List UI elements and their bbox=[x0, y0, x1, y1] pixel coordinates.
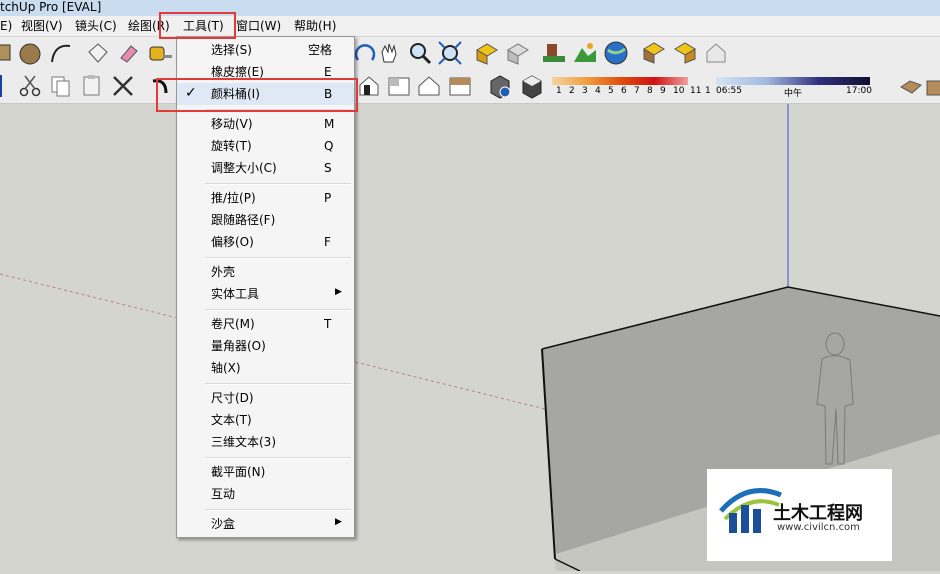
highlight-paint-bucket bbox=[156, 78, 358, 112]
menu-separator bbox=[205, 509, 351, 511]
menu-edit[interactable]: E) bbox=[0, 18, 12, 34]
menu-separator bbox=[205, 309, 351, 311]
cut-icon[interactable] bbox=[17, 73, 43, 99]
menu-item-rotate[interactable]: 旋转(T) Q bbox=[177, 135, 354, 157]
menu-item-text[interactable]: 文本(T) bbox=[177, 409, 354, 431]
tape-measure-icon[interactable] bbox=[147, 40, 173, 66]
arc-icon[interactable] bbox=[48, 40, 74, 66]
menu-item-protractor[interactable]: 量角器(O) bbox=[177, 335, 354, 357]
menu-view[interactable]: 视图(V) bbox=[21, 18, 63, 34]
view-bottom-icon[interactable] bbox=[447, 73, 473, 99]
circle-icon[interactable] bbox=[17, 40, 43, 66]
menu-item-scale[interactable]: 调整大小(C) S bbox=[177, 157, 354, 179]
google-earth-icon[interactable] bbox=[603, 40, 629, 66]
menu-item-section-plane[interactable]: 截平面(N) bbox=[177, 461, 354, 483]
watermark-logo: 土木工程网 www.civilcn.com bbox=[707, 469, 892, 561]
menu-item-sandbox[interactable]: 沙盒 ▶ bbox=[177, 513, 354, 535]
menu-item-outer-shell[interactable]: 外壳 bbox=[177, 261, 354, 283]
month-labels: 1 2 3 4 5 6 7 8 9 10 11 1 bbox=[556, 86, 711, 96]
menu-item-dimensions[interactable]: 尺寸(D) bbox=[177, 387, 354, 409]
get-models-icon[interactable] bbox=[474, 40, 500, 66]
menu-item-follow-me[interactable]: 跟随路径(F) bbox=[177, 209, 354, 231]
menu-window[interactable]: 窗口(W) bbox=[236, 18, 281, 34]
toggle-terrain-icon[interactable] bbox=[572, 40, 598, 66]
window-title: tchUp Pro [EVAL] bbox=[0, 0, 102, 14]
layer-icon[interactable] bbox=[924, 73, 940, 99]
menu-item-solid-tools[interactable]: 实体工具 ▶ bbox=[177, 283, 354, 305]
eraser-icon[interactable] bbox=[116, 40, 142, 66]
copy-icon[interactable] bbox=[48, 73, 74, 99]
display-shadows-icon[interactable] bbox=[519, 73, 545, 99]
menu-separator bbox=[205, 183, 351, 185]
upload-component-icon[interactable] bbox=[672, 40, 698, 66]
menu-item-select[interactable]: 选择(S) 空格 bbox=[177, 39, 354, 61]
view-right-icon[interactable] bbox=[386, 73, 412, 99]
pan-icon[interactable] bbox=[376, 40, 402, 66]
menu-item-3d-text[interactable]: 三维文本(3) bbox=[177, 431, 354, 453]
time-labels: 06:55 中午 17:00 bbox=[716, 86, 872, 99]
watermark-url: www.civilcn.com bbox=[777, 522, 860, 533]
menu-item-offset[interactable]: 偏移(O) F bbox=[177, 231, 354, 253]
zoom-extents-icon[interactable] bbox=[437, 40, 463, 66]
toolbar-secondary: 1 2 3 4 5 6 7 8 9 10 11 1 06:55 中午 17:00 bbox=[0, 70, 940, 104]
zoom-icon[interactable] bbox=[407, 40, 433, 66]
view-back-icon[interactable] bbox=[356, 73, 382, 99]
add-location-icon[interactable] bbox=[541, 40, 567, 66]
menu-separator bbox=[205, 457, 351, 459]
make-component-icon[interactable] bbox=[85, 40, 111, 66]
submenu-arrow-icon: ▶ bbox=[335, 287, 342, 297]
share-model-icon[interactable] bbox=[505, 40, 531, 66]
house-outline-icon[interactable] bbox=[703, 40, 729, 66]
styles-icon[interactable] bbox=[898, 73, 924, 99]
menu-item-move[interactable]: 移动(V) M bbox=[177, 113, 354, 135]
menu-separator bbox=[205, 257, 351, 259]
view-left-icon[interactable] bbox=[416, 73, 442, 99]
highlight-tools-menu bbox=[159, 12, 236, 39]
paste-icon[interactable] bbox=[79, 73, 105, 99]
delete-icon[interactable] bbox=[110, 73, 136, 99]
get-photo-texture-icon[interactable] bbox=[641, 40, 667, 66]
menu-bar: E) 视图(V) 镜头(C) 绘图(R) 工具(T) 窗口(W) 帮助(H) bbox=[0, 16, 940, 37]
menu-item-push-pull[interactable]: 推/拉(P) P bbox=[177, 187, 354, 209]
menu-item-interact[interactable]: 互动 bbox=[177, 483, 354, 505]
menu-help[interactable]: 帮助(H) bbox=[294, 18, 336, 34]
shadow-settings-icon[interactable] bbox=[487, 73, 513, 99]
menu-camera[interactable]: 镜头(C) bbox=[75, 18, 117, 34]
submenu-arrow-icon: ▶ bbox=[335, 517, 342, 527]
menu-separator bbox=[205, 383, 351, 385]
menu-item-tape-measure[interactable]: 卷尺(M) T bbox=[177, 313, 354, 335]
menu-item-axes[interactable]: 轴(X) bbox=[177, 357, 354, 379]
toolbar-main bbox=[0, 37, 940, 71]
select-arrow-icon[interactable] bbox=[0, 73, 16, 99]
title-bar: tchUp Pro [EVAL] bbox=[0, 0, 940, 17]
orbit-icon[interactable] bbox=[352, 40, 378, 66]
